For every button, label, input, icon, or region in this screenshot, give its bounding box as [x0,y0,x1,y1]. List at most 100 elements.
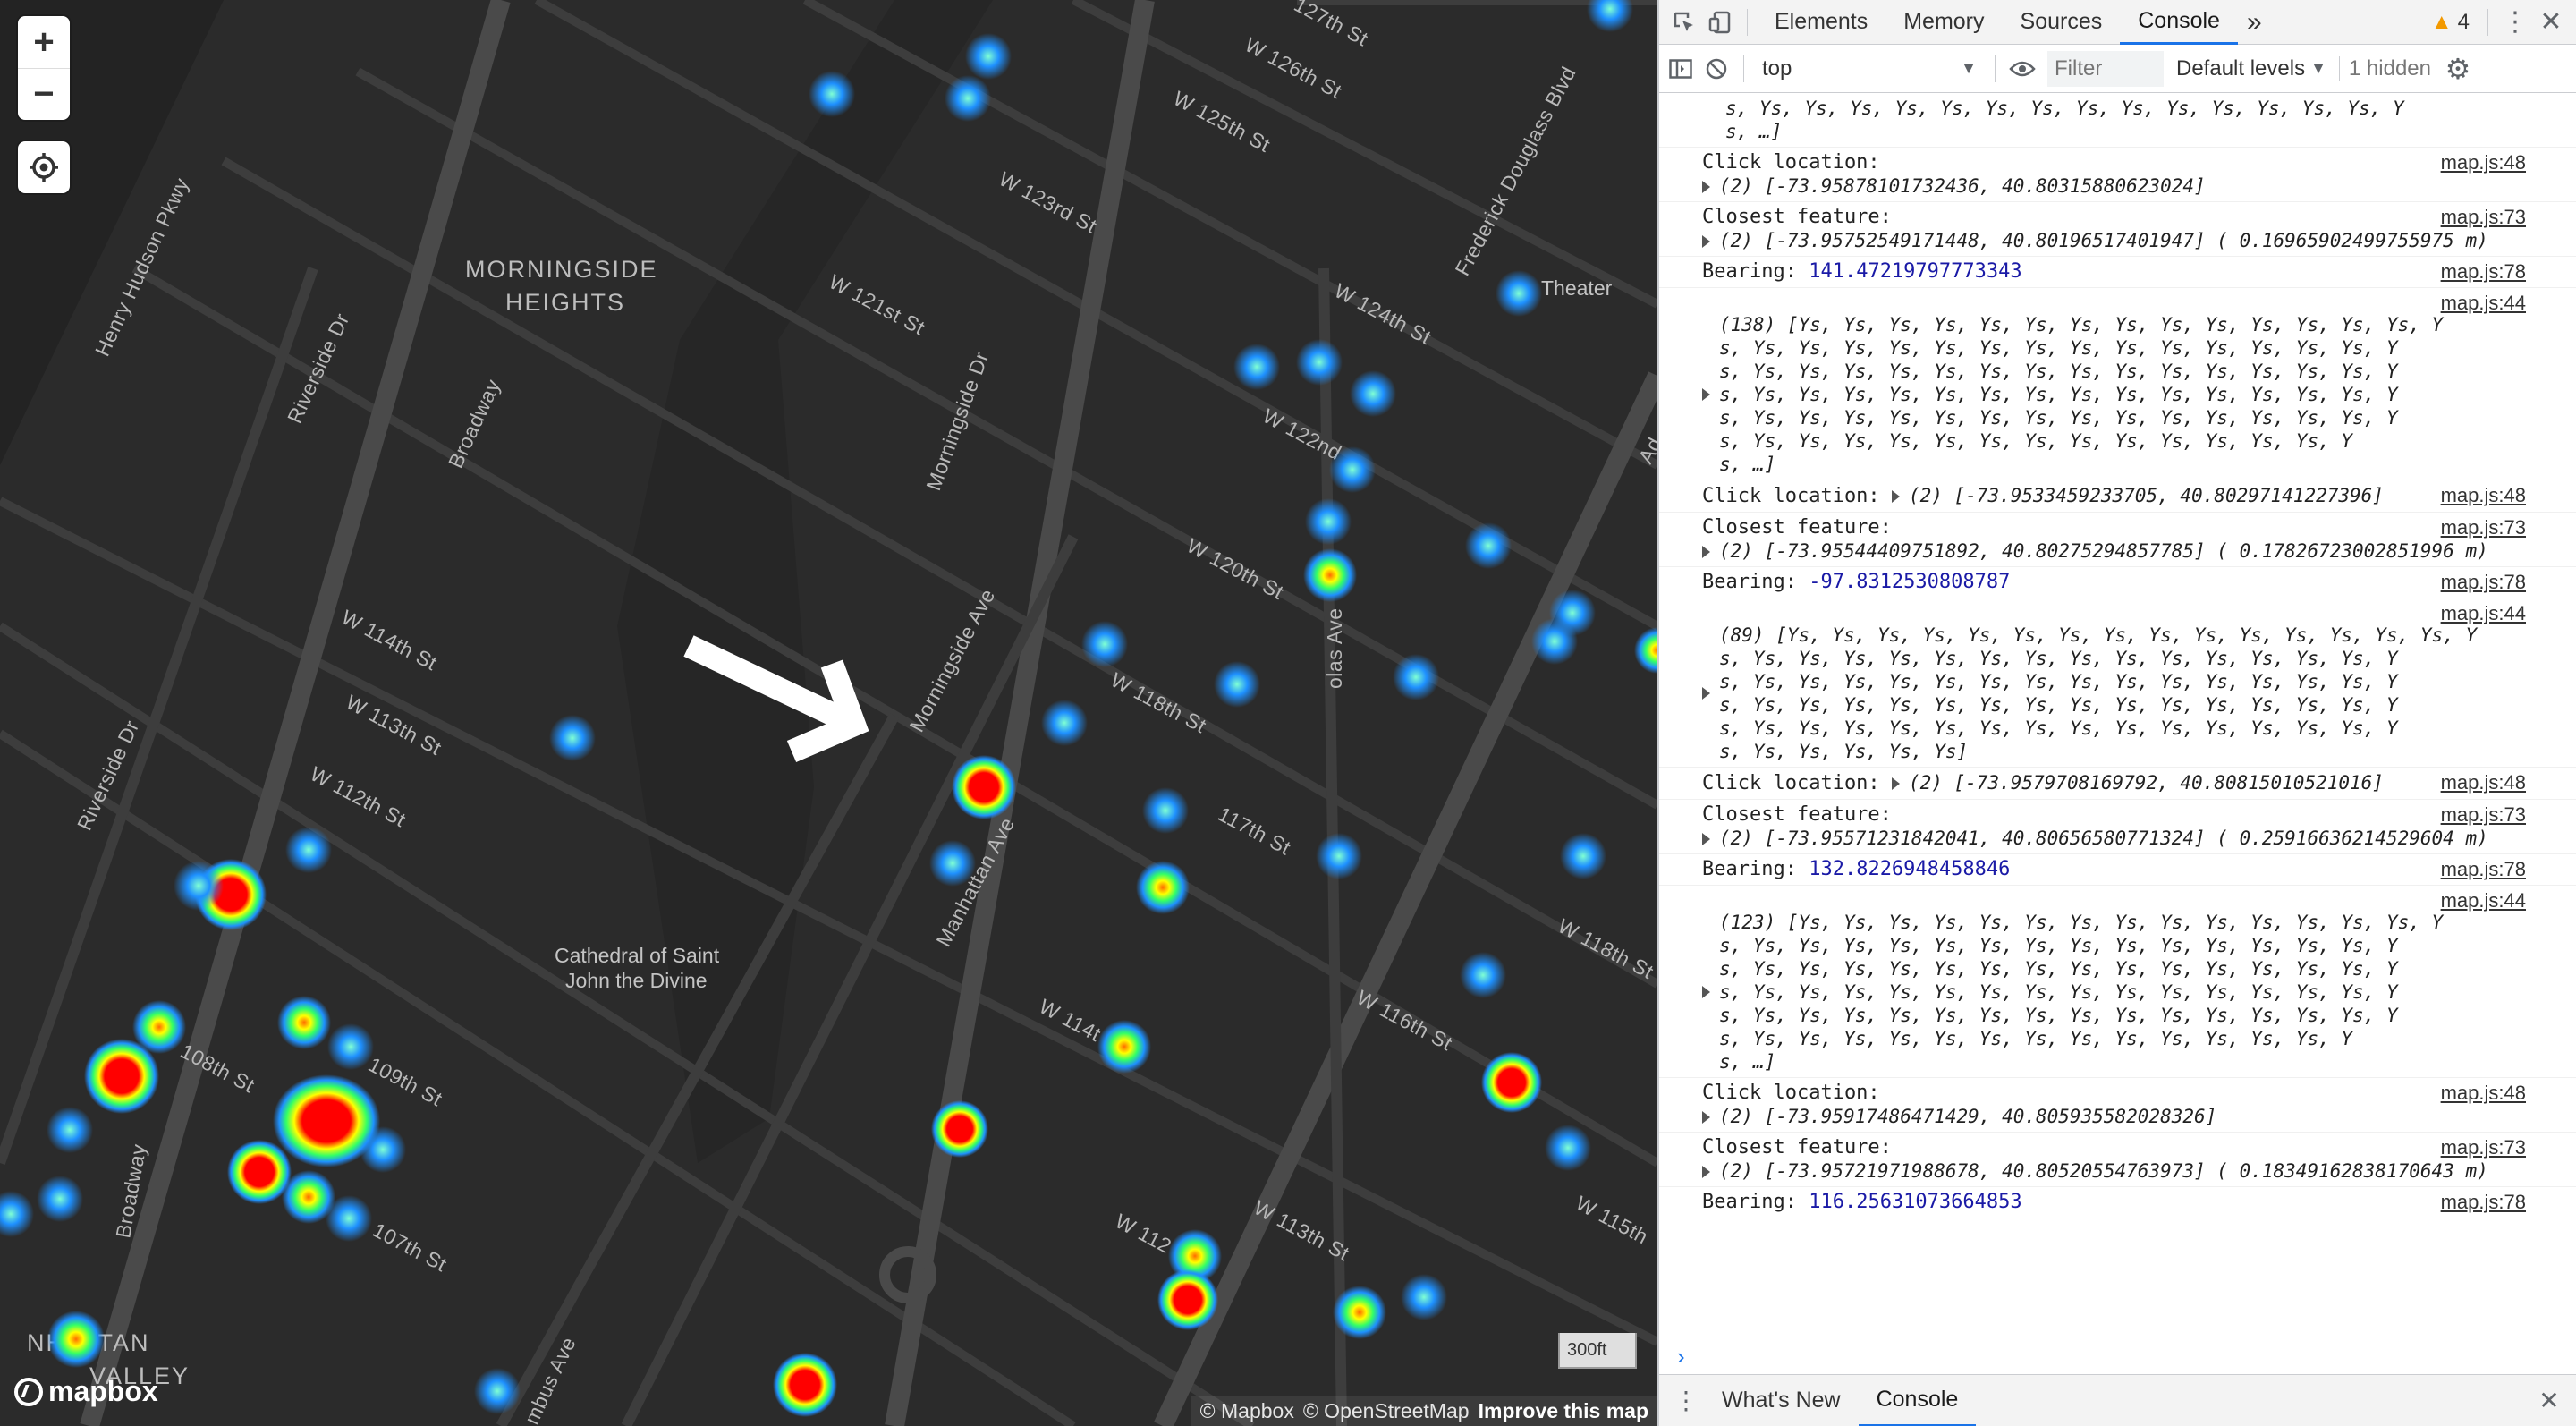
expand-arrow-icon[interactable] [1702,1111,1710,1125]
svg-text:107th St: 107th St [369,1218,451,1276]
close-devtools-icon[interactable]: ✕ [2533,4,2569,40]
attribution-osm-link[interactable]: © OpenStreetMap [1303,1399,1470,1423]
source-link[interactable]: map.js:48 [2441,484,2526,507]
tab-memory[interactable]: Memory [1885,0,2002,45]
inspect-element-icon[interactable] [1666,4,1702,40]
array-fragment: s, Ys, Ys, Ys, Ys, Ys, Ys, Ys, Ys, Ys, Y… [1725,98,2404,142]
svg-text:W 124th St: W 124th St [1331,278,1436,349]
svg-text:W 116th St: W 116th St [1353,985,1457,1055]
log-value: 141.47219797773343 [1809,260,2022,283]
svg-text:W 112th St: W 112th St [307,761,411,831]
map-canvas[interactable]: MORNINGSIDE HEIGHTS NHATTAN VALLEY Cathe… [0,0,1657,1426]
expand-arrow-icon[interactable] [1702,235,1710,249]
kebab-menu-icon[interactable]: ⋮ [2497,4,2533,40]
improve-map-link[interactable]: Improve this map [1479,1399,1648,1423]
devtools-tab-bar: Elements Memory Sources Console » ▲ 4 ⋮ … [1659,0,2576,45]
array-preview[interactable]: (89) [Ys, Ys, Ys, Ys, Ys, Ys, Ys, Ys, Ys… [1716,624,2477,763]
expand-arrow-icon[interactable] [1891,777,1900,790]
expand-arrow-icon[interactable] [1702,1166,1710,1179]
geolocate-button[interactable] [18,141,70,193]
hidden-messages-count: 1 hidden [2338,55,2440,81]
array-preview[interactable]: (138) [Ys, Ys, Ys, Ys, Ys, Ys, Ys, Ys, Y… [1716,313,2443,476]
object-preview[interactable]: (2) [-73.95571231842041, 40.806565807713… [1716,828,2488,849]
zoom-out-button[interactable]: − [18,68,70,120]
tab-sources[interactable]: Sources [2003,0,2121,45]
drawer-menu-icon[interactable]: ⋮ [1668,1383,1704,1419]
expand-arrow-icon[interactable] [1702,388,1710,401]
console-prompt-icon[interactable]: › [1677,1343,1685,1371]
object-preview[interactable]: (2) [-73.9579708169792, 40.8081501052101… [1905,772,2384,794]
log-levels-dropdown[interactable]: Default levels ▼ [2164,56,2339,81]
drawer-tab-console[interactable]: Console [1858,1375,1977,1426]
tab-console[interactable]: Console [2120,0,2238,45]
live-expression-eye-icon[interactable] [2004,51,2040,87]
console-message: map.js:48 Click location: (2) [-73.9591748… [1659,1078,2576,1133]
mapbox-logo[interactable]: mapbox [14,1375,158,1408]
source-link[interactable]: map.js:78 [2441,858,2526,881]
expand-arrow-icon[interactable] [1891,490,1900,503]
source-link[interactable]: map.js:44 [2441,292,2526,315]
source-link[interactable]: map.js:73 [2441,1136,2526,1159]
console-message: map.js:78 Bearing: -97.8312530808787 [1659,567,2576,598]
expand-arrow-icon[interactable] [1702,833,1710,846]
tab-elements[interactable]: Elements [1757,0,1885,45]
object-preview[interactable]: (2) [-73.95544409751892, 40.802752948577… [1716,540,2488,562]
console-settings-gear-icon[interactable]: ⚙ [2440,51,2476,87]
source-link[interactable]: map.js:78 [2441,260,2526,284]
array-preview[interactable]: (123) [Ys, Ys, Ys, Ys, Ys, Ys, Ys, Ys, Y… [1716,911,2443,1074]
svg-text:W 118th St: W 118th St [1555,913,1657,983]
source-link[interactable]: map.js:78 [2441,1191,2526,1214]
source-link[interactable]: map.js:73 [2441,206,2526,229]
log-value: 132.8226948458846 [1809,858,2011,880]
object-preview[interactable]: (2) [-73.95917486471429, 40.805935582028… [1716,1106,2216,1127]
expand-arrow-icon[interactable] [1702,687,1710,700]
expand-arrow-icon[interactable] [1702,986,1710,998]
console-filter-input[interactable] [2047,50,2164,87]
console-toolbar: top ▼ Default levels ▼ 1 hidden ⚙ [1659,45,2576,93]
more-tabs-button[interactable]: » [2238,0,2271,45]
attribution: © Mapbox © OpenStreetMap Improve this ma… [1191,1396,1657,1426]
source-link[interactable]: map.js:48 [2441,771,2526,794]
log-label: Bearing: [1702,260,1797,283]
object-preview[interactable]: (2) [-73.9533459233705, 40.8029714122739… [1905,485,2384,506]
svg-text:W 123rd St: W 123rd St [996,166,1101,237]
object-preview[interactable]: (2) [-73.95878101732436, 40.803158806230… [1716,175,2206,197]
expand-arrow-icon[interactable] [1702,181,1710,194]
devtools-panel: Elements Memory Sources Console » ▲ 4 ⋮ … [1657,0,2576,1426]
context-selector[interactable]: top ▼ [1753,51,1986,87]
warnings-counter[interactable]: ▲ 4 [2422,10,2479,35]
mapbox-logo-text: mapbox [48,1375,158,1407]
context-value: top [1762,55,1792,81]
object-preview[interactable]: (2) [-73.95721971988678, 40.805205547639… [1716,1160,2488,1182]
svg-text:109th St: 109th St [365,1052,446,1110]
svg-text:HEIGHTS: HEIGHTS [505,289,625,316]
log-label: Click location: [1702,485,1880,507]
device-toolbar-icon[interactable] [1702,4,1738,40]
scale-label: 300ft [1567,1339,1607,1360]
mapbox-logo-icon [14,1377,43,1406]
console-messages[interactable]: s, Ys, Ys, Ys, Ys, Ys, Ys, Ys, Ys, Ys, Y… [1659,93,2576,1374]
log-label: Closest feature: [1702,803,1892,826]
source-link[interactable]: map.js:44 [2441,602,2526,625]
drawer-tab-whats-new[interactable]: What's New [1704,1375,1859,1426]
zoom-in-button[interactable]: + [18,16,70,68]
object-preview[interactable]: (2) [-73.95752549171448, 40.801965174019… [1716,230,2488,251]
console-message: map.js:73 Closest feature: (2) [-73.955444… [1659,513,2576,567]
source-link[interactable]: map.js:48 [2441,151,2526,174]
close-drawer-icon[interactable]: ✕ [2531,1383,2567,1419]
map-basemap: MORNINGSIDE HEIGHTS NHATTAN VALLEY Cathe… [0,0,1657,1426]
log-label: Closest feature: [1702,516,1892,539]
source-link[interactable]: map.js:44 [2441,889,2526,912]
expand-arrow-icon[interactable] [1702,546,1710,559]
source-link[interactable]: map.js:48 [2441,1082,2526,1105]
svg-text:W 115th: W 115th [1572,1191,1652,1248]
toolbar-separator [1995,55,1996,82]
svg-text:117th St: 117th St [1215,802,1295,859]
svg-text:John the Divine: John the Divine [565,969,708,992]
clear-console-icon[interactable] [1699,51,1734,87]
source-link[interactable]: map.js:78 [2441,571,2526,594]
sidebar-toggle-icon[interactable] [1663,51,1699,87]
attribution-mapbox-link[interactable]: © Mapbox [1200,1399,1294,1423]
source-link[interactable]: map.js:73 [2441,516,2526,539]
source-link[interactable]: map.js:73 [2441,803,2526,827]
